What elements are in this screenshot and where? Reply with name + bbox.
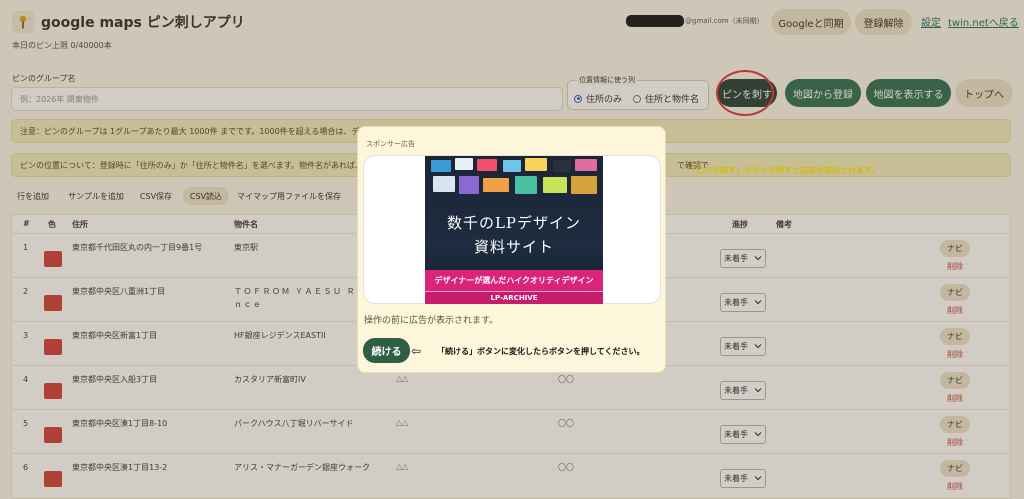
ad-title-line2: 資料サイト	[473, 238, 554, 256]
ad-brand: LP-ARCHIVE	[425, 291, 603, 304]
lp-archive-ad-image[interactable]: 数千のLPデザイン 資料サイト デザイナーが選んだハイクオリティデザイン LP-…	[425, 156, 603, 304]
annotation-left-arrow-icon: ⇦	[411, 344, 422, 358]
continue-button[interactable]: 続ける	[363, 338, 410, 363]
sponsor-ad-label: スポンサー広告	[366, 140, 415, 148]
sponsor-ad-modal: スポンサー広告 数千のLPデザイン 資料サイト デザイナーが選んだハイクオリティ…	[357, 126, 666, 373]
continue-instruction-annotation: 「続ける」ボタンに変化したらボタンを押してください。	[437, 347, 645, 356]
modal-message: 操作の前に広告が表示されます。	[364, 316, 499, 326]
ad-container: 数千のLPデザイン 資料サイト デザイナーが選んだハイクオリティデザイン LP-…	[363, 155, 661, 304]
ad-tagline: デザイナーが選んだハイクオリティデザイン	[425, 270, 603, 291]
ad-screens-collage	[425, 156, 603, 204]
app-root: google maps ピン刺しアプリ 本日のピン上限 0/40000本 @gm…	[0, 0, 1024, 499]
ad-title-line1: 数千のLPデザイン	[446, 214, 582, 232]
